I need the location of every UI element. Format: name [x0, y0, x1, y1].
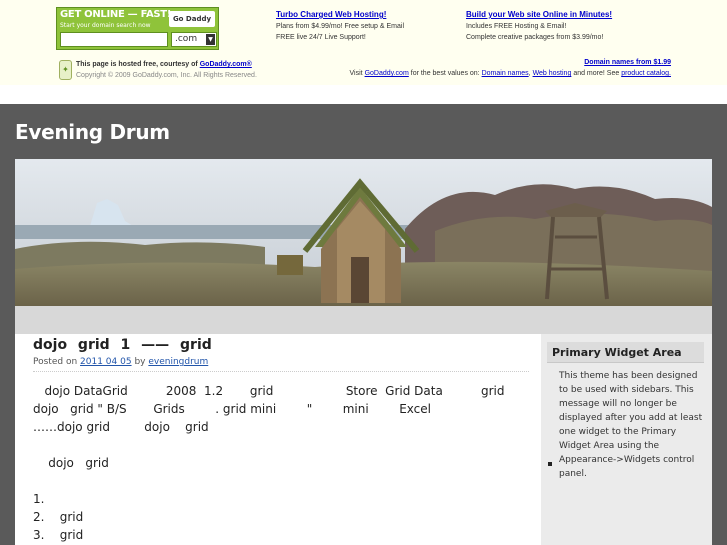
hosted-text: This page is hosted free, courtesy of — [76, 61, 198, 68]
tld-select[interactable]: .com ▼ — [171, 32, 217, 47]
domain-search-box: GET ONLINE — FAST! Start your domain sea… — [56, 7, 219, 50]
post-body: dojo DataGrid 2008 1.2 grid Store Grid D… — [33, 382, 533, 544]
bullet-icon — [548, 462, 552, 466]
builder-line-2: Complete creative packages from $3.99/mo… — [466, 34, 604, 41]
hosting-line-2: FREE live 24/7 Live Support! — [276, 34, 366, 41]
site-wrapper: Evening Drum dojo grid 1 —— grid Posted … — [0, 104, 727, 545]
post-date-link[interactable]: 2011 04 05 — [80, 357, 132, 367]
ad-website-builder: Build your Web site Online in Minutes! I… — [466, 9, 612, 43]
visit-hosting-link[interactable]: Web hosting — [533, 70, 572, 77]
chevron-down-icon: ▼ — [206, 34, 215, 45]
ad-hosting: Turbo Charged Web Hosting! Plans from $4… — [276, 9, 404, 43]
header-landscape — [15, 159, 712, 306]
hosting-link[interactable]: Turbo Charged Web Hosting! — [276, 10, 386, 19]
by-label: by — [134, 357, 146, 367]
post-meta: Posted on 2011 04 05 by eveningdrum — [33, 357, 208, 367]
widget-text: This theme has been designed to be used … — [559, 371, 703, 479]
visit-domain-link[interactable]: Domain names — [482, 70, 529, 77]
main-content: dojo grid 1 —— grid Posted on 2011 04 05… — [15, 334, 541, 545]
header-divider — [15, 306, 712, 334]
domain-names-link[interactable]: Domain names from $1.99 — [584, 59, 671, 66]
hosted-notice: This page is hosted free, courtesy of Go… — [76, 59, 257, 81]
visit-prefix: Visit — [349, 70, 363, 77]
copyright: Copyright © 2009 GoDaddy.com, Inc. All R… — [76, 72, 257, 79]
godaddy-hosted-link[interactable]: GoDaddy.com® — [200, 61, 252, 68]
posted-on-label: Posted on — [33, 357, 78, 367]
visit-line: Visit GoDaddy.com for the best values on… — [349, 70, 672, 77]
ad-headline: GET ONLINE — FAST! — [60, 9, 172, 20]
godaddy-logo[interactable]: Go Daddy — [169, 11, 215, 27]
list-item: 1. — [33, 492, 45, 506]
product-catalog-link[interactable]: product catalog. — [621, 70, 671, 77]
header-image — [15, 159, 712, 306]
post-author-link[interactable]: eveningdrum — [148, 357, 208, 367]
hosting-line-1: Plans from $4.99/mo! Free setup & Email — [276, 23, 404, 30]
list-item: 3. grid — [33, 528, 84, 542]
post-paragraph-1: dojo DataGrid 2008 1.2 grid Store Grid D… — [33, 384, 573, 434]
post-title[interactable]: dojo grid 1 —— grid — [33, 337, 212, 353]
meta-divider — [33, 371, 529, 372]
widget-title: Primary Widget Area — [547, 342, 704, 363]
domain-search-input[interactable] — [60, 32, 168, 47]
post-list: 1. 2. grid 3. grid — [33, 490, 533, 544]
list-item: 2. grid — [33, 510, 84, 524]
hosted-icon: ✦ — [59, 60, 72, 80]
tld-value: .com — [175, 34, 198, 44]
visit-mid: for the best values on: — [410, 70, 480, 77]
site-title[interactable]: Evening Drum — [15, 120, 170, 144]
builder-line-1: Includes FREE Hosting & Email! — [466, 23, 567, 30]
visit-godaddy-link[interactable]: GoDaddy.com — [365, 70, 409, 77]
post-paragraph-2: dojo grid — [33, 456, 109, 470]
sidebar: Primary Widget Area This theme has been … — [541, 334, 712, 545]
visit-more: and more! See — [573, 70, 620, 77]
ad-banner: GET ONLINE — FAST! Start your domain sea… — [0, 0, 727, 85]
ad-subheadline: Start your domain search now — [60, 22, 151, 29]
website-builder-link[interactable]: Build your Web site Online in Minutes! — [466, 10, 612, 19]
